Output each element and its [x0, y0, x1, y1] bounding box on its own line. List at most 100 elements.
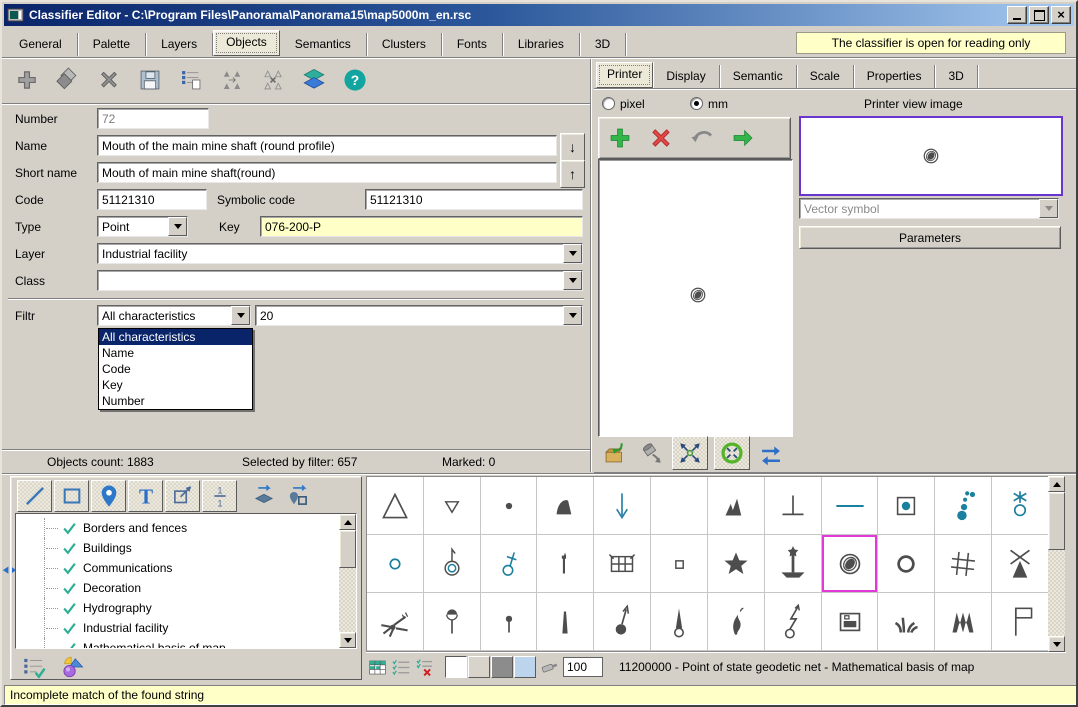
- filter-option-key[interactable]: Key: [99, 377, 252, 393]
- symbol-cell-windmill[interactable]: [992, 535, 1049, 593]
- tab-general[interactable]: General: [4, 33, 78, 56]
- tab-palette[interactable]: Palette: [78, 33, 146, 56]
- grid-scrollbar[interactable]: [1048, 476, 1065, 652]
- symbol-cell-bolt-circle[interactable]: [765, 593, 822, 651]
- symbol-cell-obelisk[interactable]: [537, 593, 594, 651]
- table-icon[interactable]: [366, 655, 389, 679]
- add-icon[interactable]: [12, 65, 42, 95]
- color-swatch[interactable]: [514, 656, 536, 678]
- symbol-cell-star[interactable]: [708, 535, 765, 593]
- tab-objects[interactable]: Objects: [213, 30, 280, 56]
- symbol-cell-triangle[interactable]: [367, 477, 424, 535]
- chevron-down-icon[interactable]: [168, 217, 187, 236]
- undo-icon[interactable]: [687, 123, 717, 153]
- symbol-cell-lollipop[interactable]: [424, 593, 481, 651]
- layers-swap-icon[interactable]: [249, 481, 279, 511]
- unit-mm-radio[interactable]: mm: [690, 97, 728, 111]
- shapes-3d-icon[interactable]: [57, 652, 87, 682]
- tab-clusters[interactable]: Clusters: [367, 33, 442, 56]
- remove-points-icon[interactable]: [258, 65, 288, 95]
- titlebar[interactable]: Classifier Editor - C:\Program Files\Pan…: [4, 4, 1074, 26]
- symbol-cell-triangle-small-inv[interactable]: [424, 477, 481, 535]
- chevron-down-icon[interactable]: [563, 244, 582, 263]
- tree-item-industrial-facility[interactable]: Industrial facility: [16, 618, 339, 638]
- next-object-button[interactable]: ↓: [560, 133, 585, 161]
- symbol-cell-tower-circle[interactable]: [651, 593, 708, 651]
- tree-item-borders-and-fences[interactable]: Borders and fences: [16, 518, 339, 538]
- chevron-down-icon[interactable]: [563, 271, 582, 290]
- color-swatch[interactable]: [491, 656, 513, 678]
- delete-icon[interactable]: [94, 65, 124, 95]
- symbol-cell-pin-dot[interactable]: [481, 593, 538, 651]
- symbol-tab-semantic[interactable]: Semantic: [720, 65, 797, 88]
- symbol-cell-dot[interactable]: [481, 477, 538, 535]
- symbol-cell-tower-small[interactable]: [537, 535, 594, 593]
- filter-option-all-characteristics[interactable]: All characteristics: [99, 329, 252, 345]
- symbol-cell-double-peak[interactable]: [935, 593, 992, 651]
- swap-icon[interactable]: [756, 438, 786, 468]
- symbol-cell-grass[interactable]: [878, 593, 935, 651]
- chevron-down-icon[interactable]: [563, 306, 582, 325]
- symbol-cell-circle-bold[interactable]: [878, 535, 935, 593]
- scroll-up-icon[interactable]: [339, 514, 356, 530]
- filter-field-combo[interactable]: All characteristics: [97, 305, 251, 326]
- symbol-cell-mound[interactable]: [537, 477, 594, 535]
- tree-item-decoration[interactable]: Decoration: [16, 578, 339, 598]
- filter-option-number[interactable]: Number: [99, 393, 252, 409]
- symbol-cell-arrow-down[interactable]: [594, 477, 651, 535]
- short-name-field[interactable]: [97, 162, 557, 183]
- list-remove-icon[interactable]: [414, 655, 437, 679]
- class-combo[interactable]: [97, 270, 583, 291]
- scroll-thumb[interactable]: [339, 530, 356, 568]
- copy-list-icon[interactable]: [176, 65, 206, 95]
- symbol-tab-printer[interactable]: Printer: [596, 62, 653, 88]
- symbol-cell-circle-arrow[interactable]: [594, 593, 651, 651]
- tree-item-communications[interactable]: Communications: [16, 558, 339, 578]
- tab-3d[interactable]: 3D: [580, 33, 626, 56]
- printer-view-image[interactable]: [799, 116, 1063, 196]
- tree-item-mathematical-basis-of-map[interactable]: Mathematical basis of map: [16, 638, 339, 649]
- layers-icon[interactable]: [299, 65, 329, 95]
- move-points-icon[interactable]: [217, 65, 247, 95]
- symbol-cell-circle-teal-small[interactable]: [367, 535, 424, 593]
- tab-semantics[interactable]: Semantics: [280, 33, 367, 56]
- tree-scrollbar[interactable]: [339, 514, 356, 648]
- symbol-tab-display[interactable]: Display: [653, 65, 719, 88]
- color-swatch[interactable]: [468, 656, 490, 678]
- symbol-cell-blank[interactable]: [651, 477, 708, 535]
- merge-icon[interactable]: [53, 65, 83, 95]
- symbol-cell-perpendicular[interactable]: [765, 477, 822, 535]
- filter-option-code[interactable]: Code: [99, 361, 252, 377]
- symbol-cell-window-grid[interactable]: [594, 535, 651, 593]
- symbol-cell-lighthouse[interactable]: [765, 535, 822, 593]
- tab-fonts[interactable]: Fonts: [442, 33, 503, 56]
- save-icon[interactable]: [135, 65, 165, 95]
- symbol-cell-flag[interactable]: [992, 593, 1049, 651]
- symbol-cell-dots-cluster[interactable]: [935, 477, 992, 535]
- symbol-cell-circle-stem[interactable]: [424, 535, 481, 593]
- symbolic-code-field[interactable]: [365, 189, 583, 210]
- unit-pixel-radio[interactable]: pixel: [602, 97, 645, 111]
- radio-icon[interactable]: [602, 97, 615, 110]
- symbol-cell-square-dot[interactable]: [878, 477, 935, 535]
- pour-bucket-icon[interactable]: [636, 438, 666, 468]
- symbol-cell-frame-picture[interactable]: [822, 593, 879, 651]
- symbol-cell-rocks[interactable]: [708, 477, 765, 535]
- scroll-thumb[interactable]: [1048, 492, 1065, 550]
- scroll-up-icon[interactable]: [1048, 476, 1065, 492]
- vector-icon[interactable]: [165, 480, 200, 512]
- symbol-cell-flame[interactable]: [708, 593, 765, 651]
- tab-layers[interactable]: Layers: [146, 33, 213, 56]
- minimize-button[interactable]: [1007, 6, 1027, 24]
- layer-combo[interactable]: Industrial facility: [97, 243, 583, 264]
- tab-libraries[interactable]: Libraries: [503, 33, 580, 56]
- symbol-cell-line-teal[interactable]: [822, 477, 879, 535]
- apply-icon[interactable]: [728, 123, 758, 153]
- scale-input[interactable]: [563, 657, 603, 677]
- symbol-cell-target[interactable]: [822, 535, 879, 593]
- symbol-cell-circle-branch[interactable]: [481, 535, 538, 593]
- number-field[interactable]: [97, 108, 209, 129]
- line-icon[interactable]: [17, 480, 52, 512]
- radio-selected-icon[interactable]: [690, 97, 703, 110]
- symbol-tab-scale[interactable]: Scale: [797, 65, 854, 88]
